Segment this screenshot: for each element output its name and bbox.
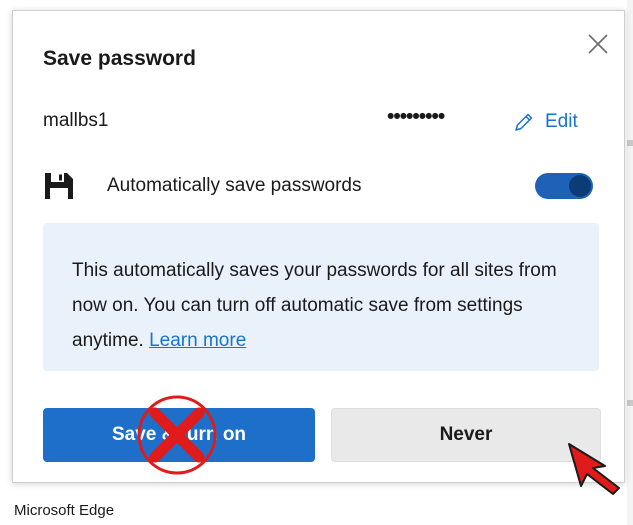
password-mask: ••••••••• xyxy=(387,105,445,128)
save-and-turn-on-button[interactable]: Save & turn on xyxy=(43,408,315,462)
info-message: This automatically saves your passwords … xyxy=(72,260,557,351)
info-text-block: This automatically saves your passwords … xyxy=(72,253,571,358)
background-window-marker xyxy=(627,400,633,406)
auto-save-row: Automatically save passwords xyxy=(43,169,603,203)
background-window-marker xyxy=(627,140,633,146)
app-name-caption: Microsoft Edge xyxy=(14,502,115,519)
never-button[interactable]: Never xyxy=(331,408,601,462)
dialog-title: Save password xyxy=(43,47,196,70)
edit-button[interactable]: Edit xyxy=(513,107,578,137)
auto-save-label: Automatically save passwords xyxy=(107,175,362,196)
info-box: This automatically saves your passwords … xyxy=(43,223,599,371)
save-password-dialog: Save password mallbs1 ••••••••• Edit Aut… xyxy=(12,10,625,483)
username-text: mallbs1 xyxy=(43,110,109,131)
background-window-edge xyxy=(627,0,633,525)
pencil-icon xyxy=(515,113,533,131)
toggle-knob xyxy=(569,175,591,197)
auto-save-toggle[interactable] xyxy=(535,173,593,199)
edit-label: Edit xyxy=(545,111,578,132)
close-icon xyxy=(588,34,608,54)
learn-more-link[interactable]: Learn more xyxy=(149,330,246,351)
close-button[interactable] xyxy=(581,27,615,61)
account-row: mallbs1 ••••••••• Edit xyxy=(43,105,603,137)
screenshot-stage: Save password mallbs1 ••••••••• Edit Aut… xyxy=(0,0,633,525)
floppy-disk-icon xyxy=(45,173,73,199)
